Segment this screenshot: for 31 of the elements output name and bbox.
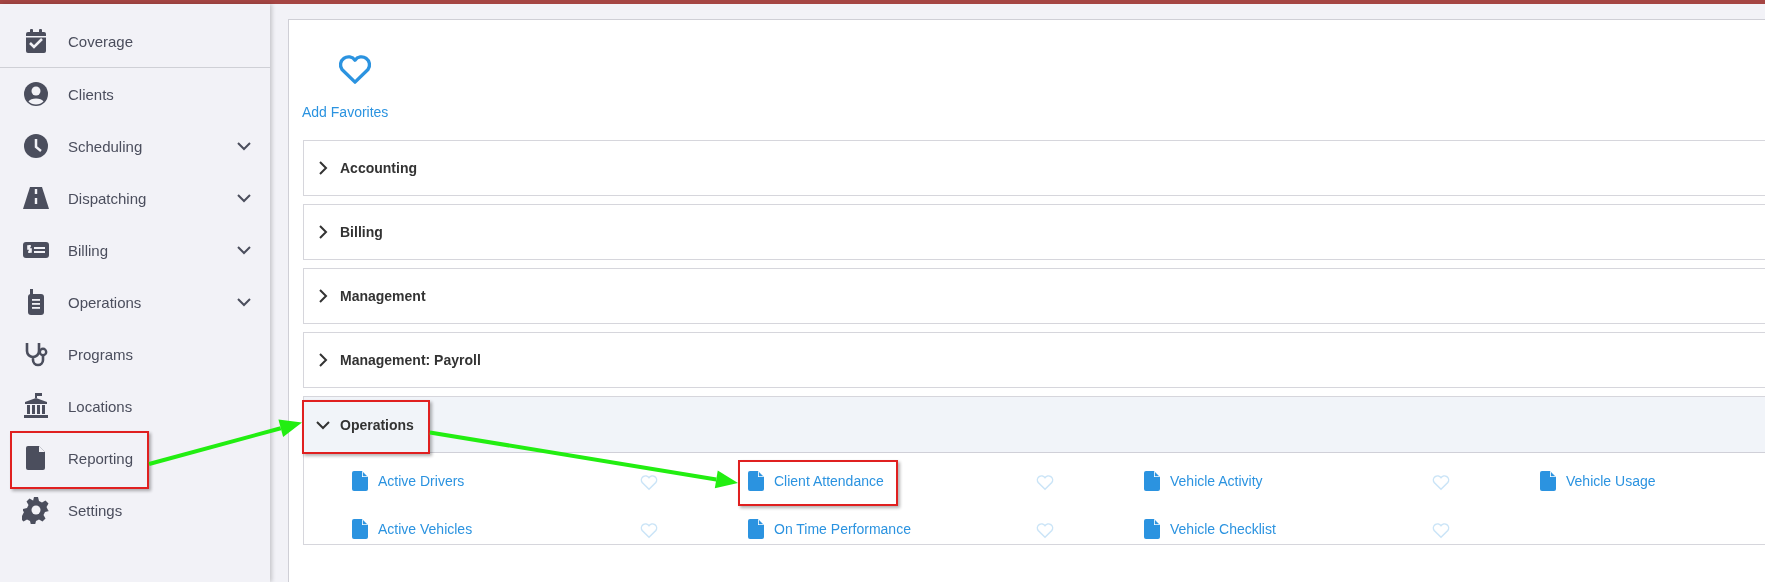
section-header[interactable]: Billing [304,205,1765,259]
sidebar-item[interactable]: Billing [0,224,270,276]
section-header[interactable]: Management [304,269,1765,323]
chevron-icon [316,225,330,239]
document-icon [352,471,368,491]
document-icon [352,519,368,539]
section-header[interactable]: Management: Payroll [304,333,1765,387]
sidebar-item[interactable]: Settings [0,484,270,536]
sidebar-item[interactable]: Scheduling [0,120,270,172]
chevron-icon [316,161,330,175]
document-icon [1540,471,1556,491]
sidebar-item[interactable]: Dispatching [0,172,270,224]
sidebar-item[interactable]: Operations [0,276,270,328]
chevron-icon [316,289,330,303]
section-header[interactable]: Operations [304,397,1765,453]
building-icon [22,392,50,420]
chevron-icon [316,353,330,367]
settings-icon [22,496,50,524]
sidebar-item[interactable]: Programs [0,328,270,380]
sidebar-item[interactable]: Reporting [0,432,270,484]
section-header[interactable]: Accounting [304,141,1765,195]
document-icon [1144,471,1160,491]
sidebar-item[interactable]: Locations [0,380,270,432]
sidebar-item[interactable]: Coverage [0,15,270,67]
document-icon [1144,519,1160,539]
document-icon [748,471,764,491]
road-icon [22,184,50,212]
sidebar-item[interactable]: Clients [0,68,270,120]
clock-icon [22,132,50,160]
document-icon [748,519,764,539]
user-icon [22,80,50,108]
